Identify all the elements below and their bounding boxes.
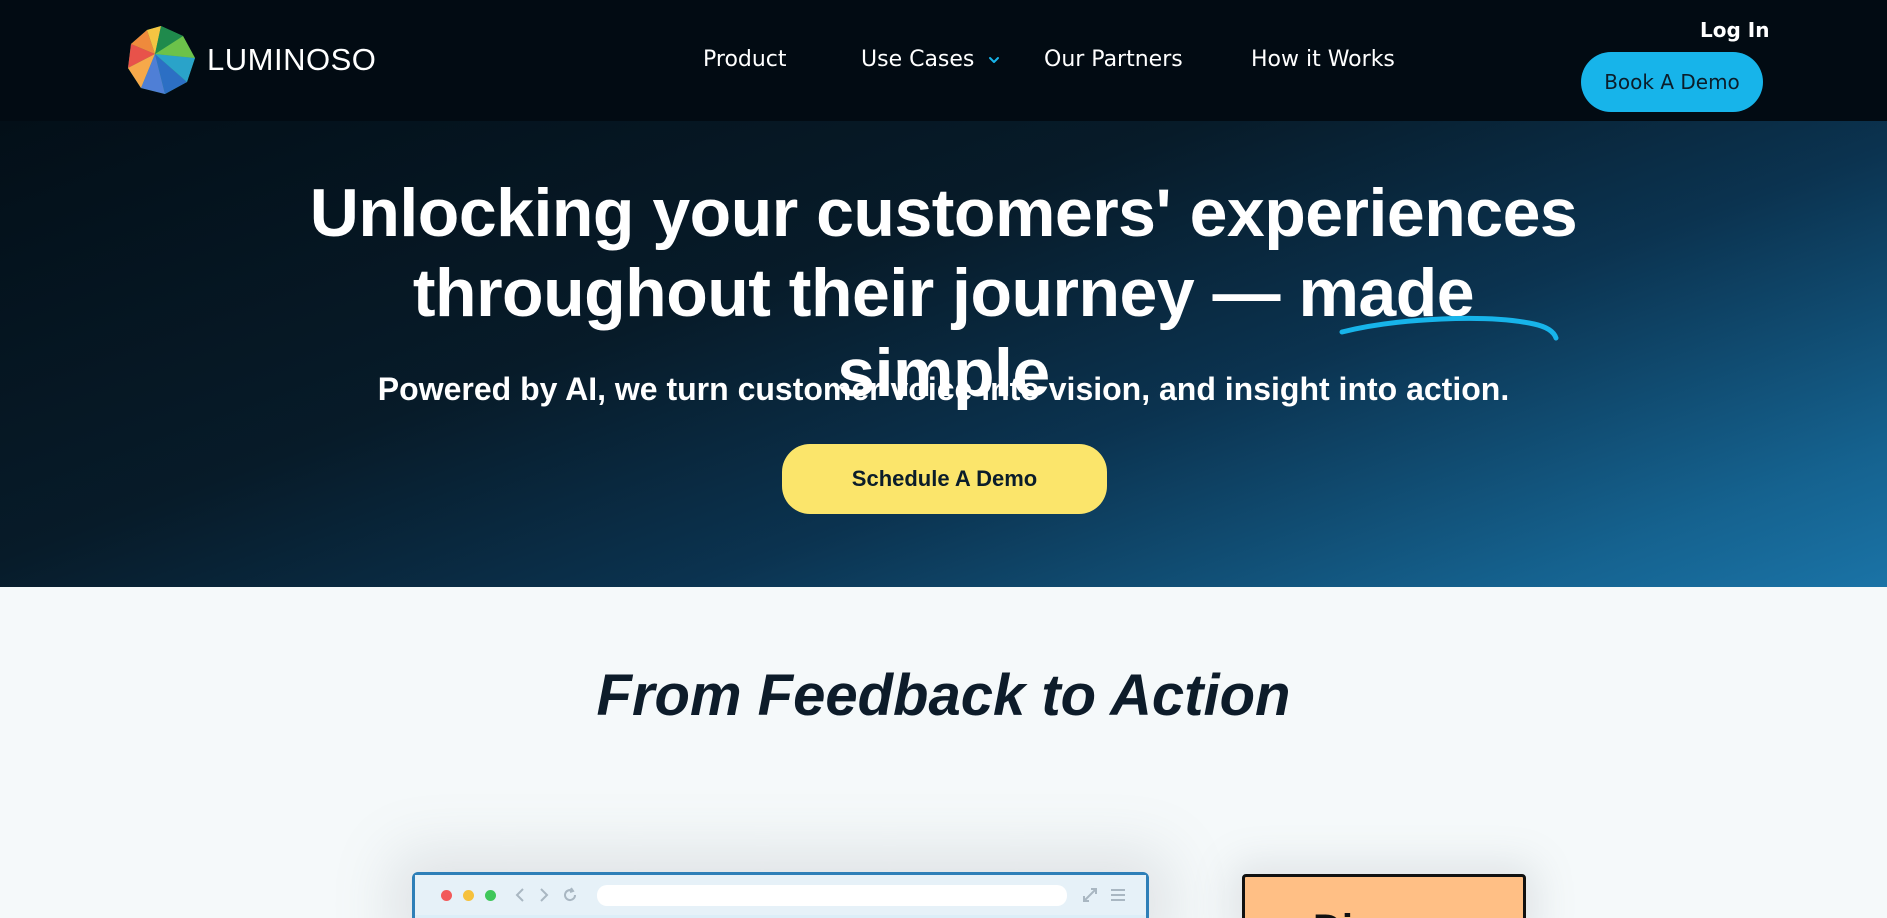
nav-item-use-cases-label: Use Cases — [861, 47, 975, 72]
hero-title-line-2-prefix: throughout their journey — made — [412, 255, 1475, 331]
underline-swash-icon — [1339, 315, 1559, 341]
nav-item-our-partners[interactable]: Our Partners — [1044, 46, 1183, 74]
hero-subtitle: Powered by AI, we turn customer voice in… — [377, 371, 1510, 407]
hero-title-line-1: Unlocking your customers' experiences — [309, 175, 1578, 251]
maximize-dot-icon — [485, 890, 496, 901]
nav-item-product[interactable]: Product — [703, 46, 787, 74]
login-link[interactable]: Log In — [1700, 16, 1769, 44]
back-arrow-icon — [515, 888, 524, 902]
hero-section: Unlocking your customers' experiences th… — [0, 121, 1887, 587]
minimize-dot-icon — [463, 890, 474, 901]
reload-icon — [564, 887, 577, 902]
section-title: From Feedback to Action — [596, 663, 1291, 728]
nav-item-how-it-works[interactable]: How it Works — [1251, 46, 1395, 74]
site-header: LUMINOSO Product Use Cases Our Partners … — [0, 0, 1887, 121]
forward-arrow-icon — [540, 888, 549, 902]
expand-icon — [1083, 888, 1097, 902]
schedule-demo-button[interactable]: Schedule A Demo — [782, 444, 1107, 514]
browser-mockup — [412, 872, 1149, 918]
menu-icon — [1111, 889, 1125, 901]
nav-item-use-cases[interactable]: Use Cases — [861, 46, 1001, 74]
book-demo-button[interactable]: Book A Demo — [1581, 52, 1763, 112]
close-dot-icon — [441, 890, 452, 901]
browser-toolbar — [415, 875, 1146, 915]
url-field — [597, 885, 1067, 906]
chevron-down-icon — [989, 57, 1000, 63]
feature-card: Di — [1242, 874, 1526, 918]
feature-card-text: Di — [1313, 907, 1353, 918]
